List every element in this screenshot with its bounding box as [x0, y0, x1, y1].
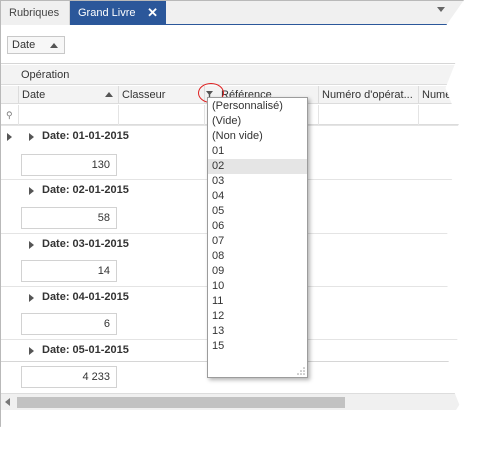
- sort-ascending-icon: [105, 92, 113, 97]
- group-label: Date: 01-01-2015: [42, 130, 129, 142]
- filter-option[interactable]: (Vide): [208, 114, 307, 129]
- filter-option[interactable]: (Non vide): [208, 129, 307, 144]
- tab-bar: Rubriques Grand Livre ✕: [1, 1, 463, 25]
- group-chip-date[interactable]: Date: [7, 36, 65, 54]
- band-operation-label: Opération: [21, 69, 70, 81]
- grand-livre-window: Rubriques Grand Livre ✕ Date Opération D…: [0, 0, 464, 436]
- filter-popup-list: (Personnalisé) (Vide) (Non vide) 01 02 0…: [208, 99, 307, 354]
- resize-grip-icon[interactable]: [297, 367, 305, 375]
- filter-option[interactable]: 07: [208, 234, 307, 249]
- filter-option[interactable]: 05: [208, 204, 307, 219]
- filter-cell-date[interactable]: [19, 105, 119, 125]
- indent-header: [1, 86, 19, 104]
- filter-option[interactable]: 11: [208, 294, 307, 309]
- column-header-classeur[interactable]: Classeur: [119, 86, 205, 104]
- expand-icon[interactable]: [29, 347, 34, 355]
- filter-option[interactable]: (Personnalisé): [208, 99, 307, 114]
- group-label: Date: 03-01-2015: [42, 238, 129, 250]
- filter-option[interactable]: 10: [208, 279, 307, 294]
- column-numero-label: Numér: [422, 89, 456, 101]
- tab-rubriques-label: Rubriques: [9, 7, 60, 19]
- column-header-numero[interactable]: Numér: [419, 86, 463, 104]
- total-summary: 4 233: [21, 366, 117, 388]
- close-icon[interactable]: ✕: [147, 1, 158, 25]
- sort-ascending-icon: [50, 43, 58, 48]
- column-date-label: Date: [22, 89, 46, 101]
- expand-icon[interactable]: [29, 241, 34, 249]
- filter-option-selected[interactable]: 02: [208, 159, 307, 174]
- filter-option[interactable]: 08: [208, 249, 307, 264]
- filter-option[interactable]: 03: [208, 174, 307, 189]
- column-numero-operation-label: Numéro d'opérat...: [322, 89, 413, 101]
- scroll-left-icon[interactable]: [5, 398, 10, 406]
- scrollbar-thumb[interactable]: [17, 397, 345, 408]
- tab-grand-livre[interactable]: Grand Livre ✕: [70, 1, 166, 25]
- group-summary: 130: [21, 154, 117, 176]
- group-label: Date: 02-01-2015: [42, 184, 129, 196]
- group-summary: 6: [21, 313, 117, 335]
- filter-option[interactable]: 01: [208, 144, 307, 159]
- filter-option[interactable]: 12: [208, 309, 307, 324]
- tab-list-dropdown-icon[interactable]: [437, 7, 445, 12]
- filter-cell-classeur[interactable]: [119, 105, 205, 125]
- group-summary: 58: [21, 207, 117, 229]
- group-summary: 14: [21, 260, 117, 282]
- column-header-numero-operation[interactable]: Numéro d'opérat...: [319, 86, 419, 104]
- group-label: Date: 05-01-2015: [42, 344, 129, 356]
- tab-grand-livre-label: Grand Livre: [78, 7, 136, 19]
- filter-popup: (Personnalisé) (Vide) (Non vide) 01 02 0…: [207, 97, 308, 378]
- filter-option[interactable]: 09: [208, 264, 307, 279]
- horizontal-scrollbar[interactable]: [1, 393, 463, 410]
- filter-option[interactable]: 06: [208, 219, 307, 234]
- expand-icon[interactable]: [29, 133, 34, 141]
- expand-icon[interactable]: [29, 294, 34, 302]
- group-label: Date: 04-01-2015: [42, 291, 129, 303]
- filter-option[interactable]: 15: [208, 339, 307, 354]
- expand-icon[interactable]: [29, 187, 34, 195]
- group-chip-label: Date: [12, 39, 36, 51]
- filter-cell-indent: [1, 105, 19, 125]
- column-classeur-label: Classeur: [122, 89, 166, 101]
- group-panel: Date: [1, 26, 463, 64]
- row-indicator-icon: [7, 133, 12, 141]
- filter-cell-numero-operation[interactable]: [319, 105, 419, 125]
- tab-rubriques[interactable]: Rubriques: [1, 1, 70, 25]
- filter-option[interactable]: 04: [208, 189, 307, 204]
- filter-option[interactable]: 13: [208, 324, 307, 339]
- column-header-date[interactable]: Date: [19, 86, 119, 104]
- band-header: Opération: [1, 65, 463, 85]
